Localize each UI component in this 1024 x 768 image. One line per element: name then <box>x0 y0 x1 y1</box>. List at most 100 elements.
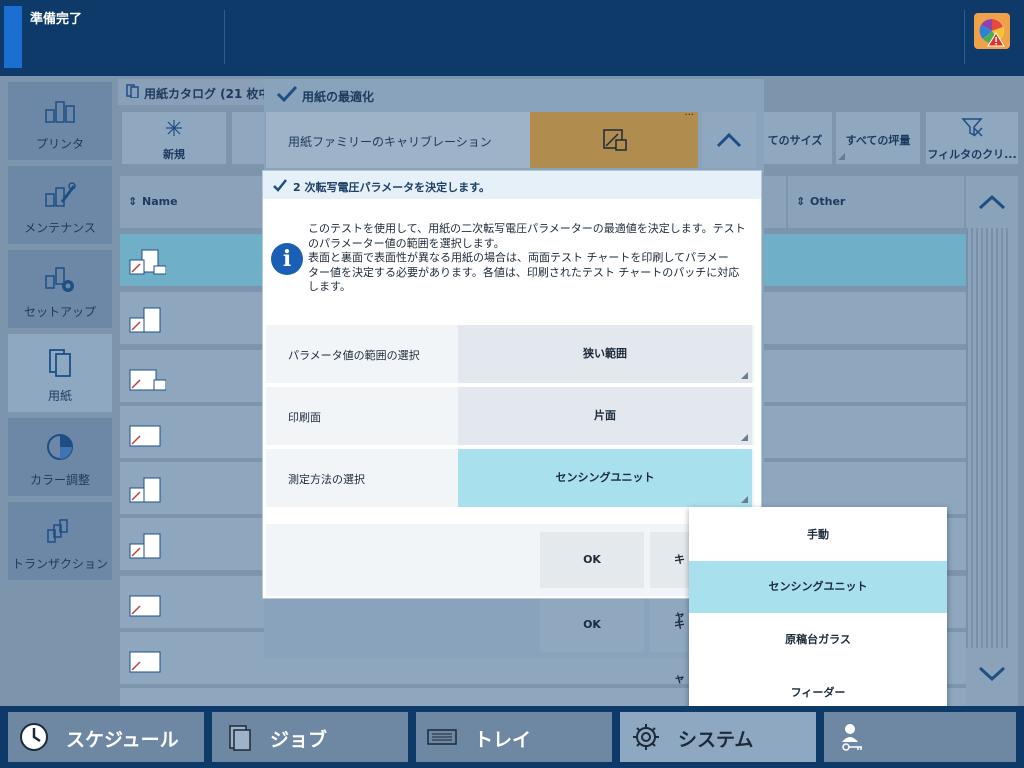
top-bar <box>0 0 1024 76</box>
column-other-label: Other <box>810 195 846 208</box>
scroll-column <box>966 176 1018 706</box>
ok-button[interactable]: OK <box>540 532 644 588</box>
dropdown-corner-icon <box>741 496 748 503</box>
param-range-value: 狭い範囲 <box>583 347 627 360</box>
paper-thumb-icon <box>129 249 166 275</box>
scrollbar-track[interactable] <box>966 228 1010 648</box>
chevron-up-icon <box>716 132 742 148</box>
column-header <box>764 176 786 228</box>
sidebar-item-maintenance[interactable]: メンテナンス <box>8 166 112 244</box>
transaction-icon <box>47 519 68 543</box>
scroll-up-button[interactable] <box>702 112 756 168</box>
printer-status-text: 準備完了 <box>30 12 83 27</box>
behind-ok-button[interactable]: OK <box>540 598 644 652</box>
family-calibration-button[interactable]: ··· <box>530 110 698 168</box>
maintenance-icon <box>45 182 76 207</box>
catalog-icon <box>126 84 139 98</box>
dialog-title: 2 次転写電圧パラメータを決定します。 <box>263 171 761 199</box>
column-header-other[interactable]: ⇕ Other <box>788 176 964 228</box>
printer-icon <box>45 101 75 123</box>
nav-label: ジョブ <box>270 729 328 751</box>
topbar-divider <box>964 10 965 64</box>
param-row-range: パラメータ値の範囲の選択 狭い範囲 <box>266 325 754 383</box>
sidebar-item-transaction[interactable]: トランザクション <box>8 502 112 580</box>
param-print-side-select[interactable]: 片面 <box>458 387 752 445</box>
param-range-select[interactable]: 狭い範囲 <box>458 325 752 383</box>
status-indicator <box>4 6 22 68</box>
filter-clear-button[interactable]: フィルタのクリ... <box>926 112 1018 164</box>
nav-jobs-button[interactable]: ジョブ <box>212 712 408 762</box>
tray-icon <box>427 729 457 745</box>
sidebar-item-label: トランザクション <box>11 557 108 571</box>
sidebar-item-color-adjust[interactable]: カラー調整 <box>8 418 112 496</box>
param-row-method: 測定方法の選択 センシングユニット <box>266 449 754 507</box>
dropdown-corner-icon <box>741 434 748 441</box>
paper-thumb-icon <box>129 651 161 673</box>
sidebar-item-printer[interactable]: プリンタ <box>8 82 112 160</box>
toolbar-button[interactable] <box>232 112 266 164</box>
info-line: このテストを使用して、用紙の二次転写電圧パラメーターの最適値を決定します。テスト <box>308 222 746 235</box>
family-calibration-label: 用紙ファミリーのキャリブレーション <box>288 135 492 149</box>
setup-icon <box>45 267 74 292</box>
dropdown-option-manual[interactable]: 手動 <box>689 509 947 561</box>
info-line: ター値を決定する必要があります。各値は、印刷されたテスト チャートのパッチに対応 <box>308 265 740 279</box>
paper-thumb-icon <box>129 307 161 333</box>
info-line: のパラメーター値の範囲を選択します。 <box>308 236 505 250</box>
clock-icon <box>20 723 48 751</box>
nav-label: トレイ <box>474 729 532 751</box>
all-weights-filter[interactable]: すべての坪量 <box>836 112 920 164</box>
filter-clear-icon <box>961 118 983 137</box>
sidebar-item-setup[interactable]: セットアップ <box>8 250 112 328</box>
param-print-side-value: 片面 <box>594 409 616 422</box>
nav-user-button[interactable] <box>824 712 1016 762</box>
sidebar-item-label: セットアップ <box>23 305 96 319</box>
paper-thumb-icon <box>129 477 161 503</box>
chevron-up-icon[interactable] <box>978 194 1006 210</box>
all-sizes-label: てのサイズ <box>767 134 823 147</box>
new-label: 新規 <box>163 148 185 161</box>
color-warning-icon[interactable] <box>974 13 1010 49</box>
color-wheel-icon <box>47 434 73 460</box>
param-method-select[interactable]: センシングユニット <box>458 449 752 507</box>
dialog-info-text: このテストを使用して、用紙の二次転写電圧パラメーターの最適値を決定します。テスト… <box>308 222 748 295</box>
info-icon: i <box>271 243 303 275</box>
new-star-icon <box>166 120 182 136</box>
topbar-divider <box>224 10 225 64</box>
param-print-side-label: 印刷面 <box>288 411 321 424</box>
sidebar-item-label: プリンタ <box>35 137 84 151</box>
paper-thumb-icon <box>129 595 161 617</box>
optimize-title: 用紙の最適化 <box>302 90 375 104</box>
column-header-name[interactable]: ⇕ Name <box>120 176 264 228</box>
chevron-down-icon[interactable] <box>978 666 1006 682</box>
all-sizes-filter[interactable]: てのサイズ <box>758 112 845 164</box>
dropdown-option-sensing-unit[interactable]: センシングユニット <box>689 561 947 613</box>
dialog-title-icon <box>273 179 287 192</box>
new-paper-button[interactable]: 新規 <box>122 112 226 164</box>
catalog-title: 用紙カタログ (21 枚中、 <box>144 87 283 101</box>
param-row-print-side: 印刷面 片面 <box>266 387 754 445</box>
more-dots-icon: ··· <box>684 110 694 121</box>
info-line: 表面と裏面で表面性が異なる用紙の場合は、両面テスト チャートを印刷してパラメー <box>308 251 729 264</box>
family-calibration-row: 用紙ファミリーのキャリブレーション <box>266 112 530 168</box>
paper-thumb-icon <box>129 425 161 447</box>
nav-schedule-button[interactable]: スケジュール <box>8 712 204 762</box>
sidebar-item-paper[interactable]: 用紙 <box>8 334 112 412</box>
sidebar-item-label: カラー調整 <box>29 473 90 487</box>
nav-trays-button[interactable]: トレイ <box>416 712 612 762</box>
gear-icon <box>633 724 659 750</box>
catalog-header: 用紙カタログ (21 枚中、 <box>118 79 283 105</box>
paper-icon <box>49 349 71 377</box>
dialog-title-text: 2 次転写電圧パラメータを決定します。 <box>293 181 491 194</box>
cancel-button[interactable]: キャ <box>650 532 690 622</box>
param-method-label: 測定方法の選択 <box>288 473 365 486</box>
dropdown-corner-icon <box>741 372 748 379</box>
dropdown-option-platen-glass[interactable]: 原稿台ガラス <box>689 614 947 666</box>
param-range-label: パラメータ値の範囲の選択 <box>288 349 420 362</box>
paper-thumb-icon <box>129 533 161 559</box>
nav-system-button[interactable]: システム <box>620 712 816 762</box>
sort-icon: ⇕ <box>796 195 806 208</box>
column-name-label: Name <box>142 195 178 208</box>
sort-icon: ⇕ <box>128 195 138 208</box>
jobs-icon <box>229 725 251 751</box>
filter-clear-label: フィルタのクリ... <box>927 148 1017 161</box>
